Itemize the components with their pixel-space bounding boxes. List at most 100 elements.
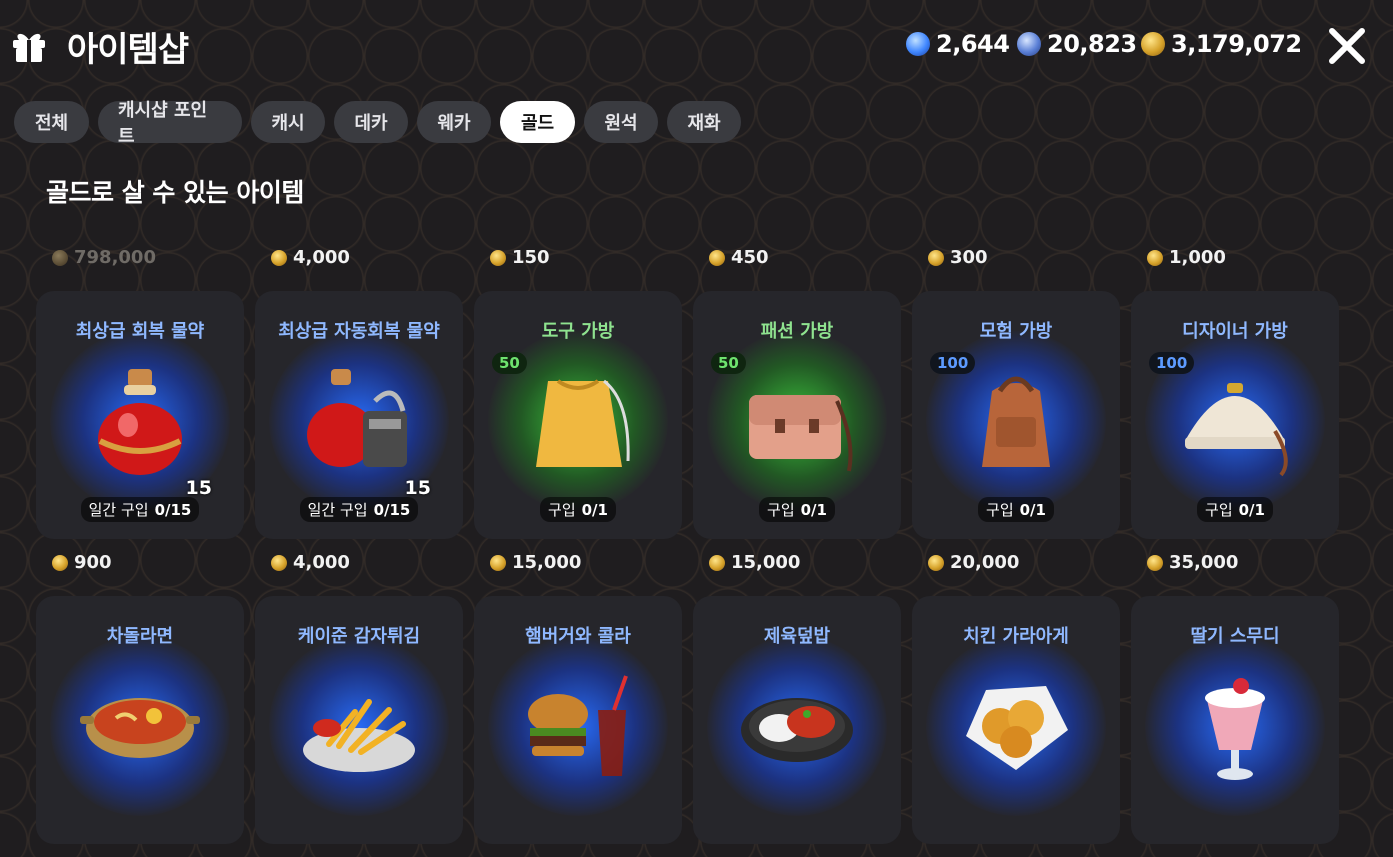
item-card[interactable]: 차돌라면 bbox=[36, 596, 244, 844]
close-icon[interactable] bbox=[1326, 25, 1368, 67]
item-price: 300 bbox=[928, 247, 988, 268]
backpack-icon bbox=[956, 361, 1076, 481]
fried-chicken-icon bbox=[956, 666, 1076, 786]
purchase-limit-value: 0/1 bbox=[800, 501, 827, 519]
item-name: 디자이너 가방 bbox=[1182, 321, 1288, 342]
currency-silver-value: 20,823 bbox=[1047, 30, 1137, 58]
item-card[interactable]: 케이준 감자튀김 bbox=[255, 596, 463, 844]
tab-deka[interactable]: 데카 bbox=[334, 101, 408, 143]
slot-badge: 100 bbox=[1149, 352, 1195, 374]
purchase-limit-value: 0/1 bbox=[1238, 501, 1265, 519]
currency-gold: 3,179,072 bbox=[1141, 30, 1302, 58]
gold-coin-icon bbox=[928, 249, 944, 266]
item-name: 최상급 회복 물약 bbox=[75, 321, 205, 342]
category-tabs: 전체 캐시샵 포인트 캐시 데카 웨카 골드 원석 재화 bbox=[14, 100, 741, 147]
blue-gem-icon bbox=[906, 32, 930, 56]
item-price-value: 4,000 bbox=[293, 247, 350, 268]
item-price-value: 1,000 bbox=[1169, 247, 1226, 268]
tab-goods[interactable]: 재화 bbox=[667, 101, 741, 143]
item-card[interactable]: 디자이너 가방 100 구입 0/1 bbox=[1131, 291, 1339, 539]
rice-bowl-icon bbox=[737, 666, 857, 786]
currency-gold-value: 3,179,072 bbox=[1171, 30, 1302, 58]
item-card[interactable]: 제육덮밥 bbox=[693, 596, 901, 844]
tab-cash[interactable]: 캐시 bbox=[251, 101, 325, 143]
red-potion-icon bbox=[80, 361, 200, 481]
strawberry-smoothie-icon bbox=[1175, 666, 1295, 786]
item-price-value: 300 bbox=[950, 247, 988, 268]
purchase-limit-pill: 구입 0/1 bbox=[978, 497, 1054, 522]
item-name: 햄버거와 콜라 bbox=[525, 626, 631, 647]
purchase-limit-value: 0/1 bbox=[581, 501, 608, 519]
purchase-limit: 구입 0/1 bbox=[693, 497, 901, 522]
item-card[interactable]: 모험 가방 100 구입 0/1 bbox=[912, 291, 1120, 539]
item-card[interactable]: 딸기 스무디 bbox=[1131, 596, 1339, 844]
item-price: 35,000 bbox=[1147, 552, 1238, 573]
burger-cola-icon bbox=[518, 666, 638, 786]
gold-coin-icon bbox=[52, 249, 68, 266]
item-price: 1,000 bbox=[1147, 247, 1226, 268]
drawstring-bag-icon bbox=[518, 361, 638, 481]
tab-cashshop-points[interactable]: 캐시샵 포인트 bbox=[98, 100, 242, 147]
item-name: 도구 가방 bbox=[541, 321, 615, 342]
item-card[interactable]: 햄버거와 콜라 bbox=[474, 596, 682, 844]
purchase-limit-label: 구입 bbox=[767, 501, 795, 519]
item-card[interactable]: 패션 가방 50 구입 0/1 bbox=[693, 291, 901, 539]
gold-coin-icon bbox=[1147, 554, 1163, 571]
purchase-limit-value: 0/1 bbox=[1019, 501, 1046, 519]
item-name: 모험 가방 bbox=[979, 321, 1053, 342]
item-price-value: 15,000 bbox=[731, 552, 801, 573]
purchase-limit-pill: 일간 구입 0/15 bbox=[299, 497, 419, 522]
slot-badge: 50 bbox=[711, 352, 746, 374]
item-card[interactable]: 치킨 가라아게 bbox=[912, 596, 1120, 844]
item-price-value: 20,000 bbox=[950, 552, 1020, 573]
item-price-value: 798,000 bbox=[74, 247, 156, 268]
purchase-limit: 구입 0/1 bbox=[912, 497, 1120, 522]
item-card[interactable]: 최상급 자동회복 물약 15 일간 구입 0/15 bbox=[255, 291, 463, 539]
slot-badge: 100 bbox=[930, 352, 976, 374]
purchase-limit-value: 0/15 bbox=[373, 501, 411, 519]
gold-coin-icon bbox=[709, 554, 725, 571]
item-price-value: 150 bbox=[512, 247, 550, 268]
purchase-limit-label: 구입 bbox=[548, 501, 576, 519]
item-quantity: 15 bbox=[404, 477, 431, 499]
purchase-limit-label: 일간 구입 bbox=[307, 501, 368, 519]
purchase-limit: 구입 0/1 bbox=[474, 497, 682, 522]
item-card[interactable]: 도구 가방 50 구입 0/1 bbox=[474, 291, 682, 539]
item-name: 최상급 자동회복 물약 bbox=[278, 321, 440, 342]
satchel-bag-icon bbox=[737, 361, 857, 481]
purchase-limit-pill: 구입 0/1 bbox=[1197, 497, 1273, 522]
currency-gem-value: 2,644 bbox=[936, 30, 1010, 58]
item-price-value: 900 bbox=[74, 552, 112, 573]
item-name: 차돌라면 bbox=[106, 626, 174, 647]
gold-coin-icon bbox=[271, 249, 287, 266]
tab-gold[interactable]: 골드 bbox=[500, 101, 575, 143]
section-title: 골드로 살 수 있는 아이템 bbox=[46, 178, 304, 207]
gold-coin-icon bbox=[52, 554, 68, 571]
purchase-limit-pill: 일간 구입 0/15 bbox=[80, 497, 200, 522]
purchase-limit: 일간 구입 0/15 bbox=[255, 497, 463, 522]
gold-coin-icon bbox=[1147, 249, 1163, 266]
page-title: 아이템샵 bbox=[67, 30, 189, 70]
item-price-value: 15,000 bbox=[512, 552, 582, 573]
purchase-limit-pill: 구입 0/1 bbox=[759, 497, 835, 522]
tab-ore[interactable]: 원석 bbox=[584, 101, 658, 143]
currency-gem: 2,644 bbox=[906, 30, 1010, 58]
ramen-bowl-icon bbox=[80, 666, 200, 786]
currency-silver: 20,823 bbox=[1017, 30, 1137, 58]
item-price: 20,000 bbox=[928, 552, 1019, 573]
tab-all[interactable]: 전체 bbox=[14, 101, 89, 143]
gold-coin-icon bbox=[490, 249, 506, 266]
item-price-value: 4,000 bbox=[293, 552, 350, 573]
purchase-limit-pill: 구입 0/1 bbox=[540, 497, 616, 522]
item-name: 제육덮밥 bbox=[763, 626, 831, 647]
item-price: 4,000 bbox=[271, 552, 350, 573]
item-card[interactable]: 최상급 회복 물약 15 일간 구입 0/15 bbox=[36, 291, 244, 539]
item-name: 패션 가방 bbox=[760, 321, 834, 342]
shop-header: 아이템샵 2,644 20,823 3,179,072 bbox=[0, 0, 1393, 92]
gift-icon bbox=[13, 33, 45, 62]
gold-coin-icon bbox=[928, 554, 944, 571]
item-price: 15,000 bbox=[709, 552, 800, 573]
tab-weka[interactable]: 웨카 bbox=[417, 101, 491, 143]
silver-coin-icon bbox=[1017, 32, 1041, 56]
designer-bag-icon bbox=[1175, 361, 1295, 481]
